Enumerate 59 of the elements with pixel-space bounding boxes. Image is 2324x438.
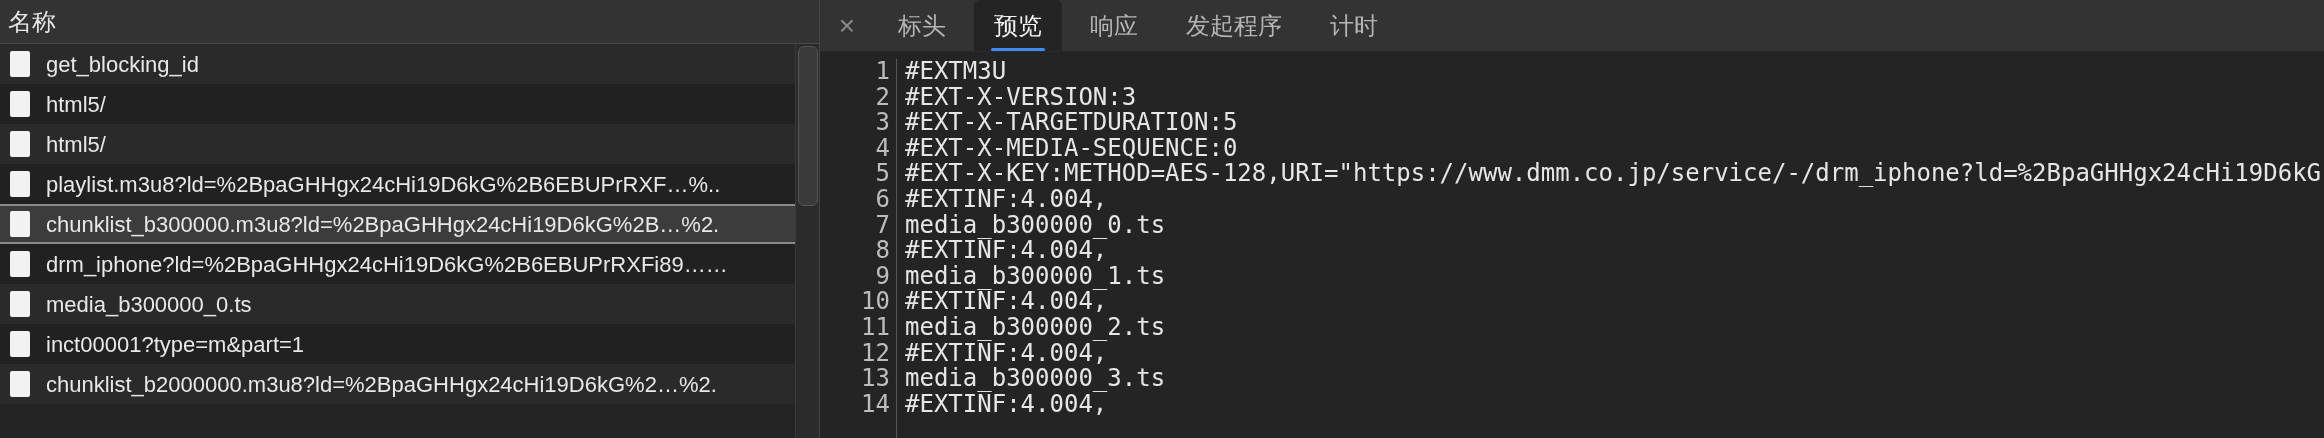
file-icon — [10, 211, 30, 237]
request-name: drm_iphone?ld=%2BpaGHHgx24cHi19D6kG%2B6EBUPrRXFi89…… — [46, 250, 728, 279]
line-number: 4 — [875, 135, 890, 162]
code-line: #EXT-X-TARGETDURATION:5 — [905, 110, 1239, 136]
code-line: #EXTINF:4.004, — [905, 340, 1108, 367]
tab[interactable]: 发起程序 — [1166, 0, 1302, 51]
line-number: 14 — [861, 391, 890, 418]
line-number: 1 — [875, 59, 890, 85]
file-icon — [10, 51, 30, 77]
code-line: #EXTINF:4.004, — [905, 186, 1108, 213]
tab[interactable]: 计时 — [1310, 0, 1398, 51]
request-name: playlist.m3u8?ld=%2BpaGHHgx24cHi19D6kG%2B6EBUPrRXF…%.. — [46, 170, 721, 199]
request-row[interactable]: chunklist_b300000.m3u8?ld=%2BpaGHHgx24cHi19D6kG%2B…%2. — [0, 204, 795, 244]
file-icon — [10, 371, 30, 397]
tab[interactable]: 预览 — [974, 0, 1062, 51]
line-number: 13 — [861, 366, 890, 392]
request-row[interactable]: get_blocking_id — [0, 44, 795, 84]
code-line: media_b300000_3.ts — [905, 366, 1167, 392]
tab[interactable]: 标头 — [878, 0, 966, 51]
request-name: media_b300000_0.ts — [46, 290, 252, 319]
request-name: chunklist_b2000000.m3u8?ld=%2BpaGHHgx24cHi19D6kG%2…%2. — [46, 370, 717, 399]
file-icon — [10, 251, 30, 277]
code-line: media_b300000_2.ts — [905, 314, 1167, 341]
line-number: 5 — [875, 161, 890, 187]
line-number: 6 — [875, 186, 890, 213]
request-row[interactable]: media_b300000_0.ts — [0, 284, 795, 324]
code-line: media_b300000_1.ts — [905, 263, 1167, 290]
request-row[interactable]: html5/ — [0, 124, 795, 164]
code-line: #EXTINF:4.004, — [905, 391, 1108, 418]
file-icon — [10, 291, 30, 317]
column-header[interactable]: 名称 — [8, 3, 56, 40]
file-icon — [10, 91, 30, 117]
line-number: 10 — [861, 289, 890, 315]
close-button[interactable]: × — [820, 0, 874, 51]
line-number: 8 — [875, 238, 890, 264]
request-name: get_blocking_id — [46, 50, 199, 79]
code-line: #EXT-X-VERSION:3 — [905, 84, 1138, 111]
scrollbar-thumb[interactable] — [797, 46, 818, 206]
code-line: #EXTM3U — [905, 59, 1008, 85]
code-line: #EXT-X-MEDIA-SEQUENCE:0 — [905, 135, 1239, 162]
code-line: #EXTINF:4.004, — [905, 238, 1108, 264]
file-icon — [10, 331, 30, 357]
file-icon — [10, 171, 30, 197]
line-number: 7 — [875, 212, 890, 239]
request-row[interactable]: chunklist_b2000000.m3u8?ld=%2BpaGHHgx24cHi19D6kG%2…%2. — [0, 364, 795, 404]
request-name: html5/ — [46, 130, 106, 159]
code-line: #EXT-X-KEY:METHOD=AES-128,URI="https://www.dmm.co.jp/service/-/drm_iphone?ld=%2BpaGHHgx24cHi19D6kG — [905, 161, 2323, 187]
line-number: 11 — [861, 314, 890, 341]
code-line: media_b300000_0.ts — [905, 212, 1167, 239]
line-number: 9 — [875, 263, 890, 290]
request-name: html5/ — [46, 90, 106, 119]
line-number: 3 — [875, 110, 890, 136]
request-name: inct00001?type=m&part=1 — [46, 330, 305, 359]
line-number: 2 — [875, 84, 890, 111]
code-line: #EXTINF:4.004, — [905, 289, 1108, 315]
line-number: 12 — [861, 340, 890, 367]
tab[interactable]: 响应 — [1070, 0, 1158, 51]
file-icon — [10, 131, 30, 157]
request-name: chunklist_b300000.m3u8?ld=%2BpaGHHgx24cHi19D6kG%2B…%2. — [46, 210, 720, 239]
